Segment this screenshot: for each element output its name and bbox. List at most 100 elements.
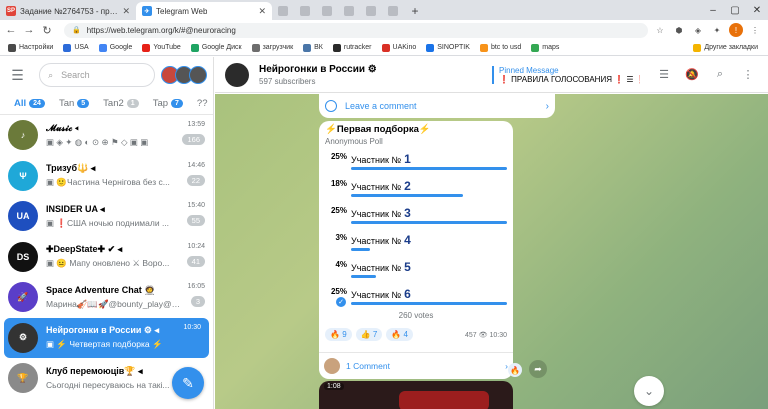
pinned-tab[interactable] [272, 2, 294, 20]
poll-option-bar [351, 167, 507, 170]
telegram-favicon-icon: ✈ [142, 6, 152, 16]
browser-tab-task[interactable]: SP Задание №2764753 - просмотр з ✕ [0, 2, 136, 20]
mute-bell-icon[interactable]: 🔕 [680, 68, 704, 81]
bookmark-favicon-icon [531, 43, 540, 52]
other-bookmarks[interactable]: Другие закладки [693, 43, 758, 52]
tab-label: Tan2 [103, 98, 124, 109]
reaction-thumbs-up[interactable]: 👍 7 [355, 328, 383, 341]
bookmark-label: USA [74, 44, 89, 51]
bookmark-item[interactable]: rutracker [332, 43, 372, 52]
chat-list-item[interactable]: UA INSIDER UA ◂ ▣ ❗️США ночью поднимали .… [0, 196, 213, 237]
avatar: ♪ [8, 120, 38, 151]
commenter-avatar [324, 357, 340, 374]
tab-tap[interactable]: Tap 7 [153, 98, 183, 109]
more-icon[interactable]: ⋮ [736, 68, 760, 81]
back-icon[interactable]: ← [4, 24, 18, 36]
channel-title: Нейрогонки в России ⚙ [259, 63, 377, 75]
tab-more[interactable]: ?? [197, 98, 208, 109]
reaction-emoji: 👍 [360, 330, 371, 339]
close-icon[interactable]: ✕ [258, 6, 266, 17]
bookmark-item[interactable]: YouTube [142, 43, 181, 52]
pinned-message[interactable]: Pinned Message ❗ ПРАВИЛА ГОЛОСОВАНИЯ ❗ ☰… [492, 65, 640, 84]
pinned-tab[interactable] [382, 2, 404, 20]
scroll-down-button[interactable]: ⌄ [634, 376, 664, 406]
reaction-fire[interactable]: 🔥 9 [325, 328, 352, 341]
url-field[interactable]: 🔒 https://web.telegram.org/k/#@neuroraci… [64, 22, 648, 38]
bookmark-item[interactable]: maps [531, 43, 559, 52]
chat-list-item[interactable]: DS ✚DeepState✚ ✔ ◂ ▣ 😐 Мапу оновлено ⚔ Во… [0, 237, 213, 278]
poll-option[interactable]: 18% Участник № 2 [325, 173, 507, 200]
profile-icon[interactable]: ! [729, 23, 743, 37]
extension-icon[interactable]: ✦ [710, 23, 724, 37]
poll-option[interactable]: 25% Участник № 3 [325, 200, 507, 227]
video-message[interactable]: 1:08 [319, 381, 513, 409]
lock-icon: 🔒 [72, 27, 81, 34]
sidebar-top: ☰ ⌕ Search [0, 57, 213, 93]
close-icon[interactable]: ✕ [122, 6, 130, 17]
extension-icon[interactable]: ◈ [691, 23, 705, 37]
poll-votes[interactable]: 260 votes [325, 311, 507, 320]
tab-tan[interactable]: Tan 5 [59, 98, 90, 109]
bookmark-star-icon[interactable]: ☆ [653, 23, 667, 37]
pinned-tab[interactable] [360, 2, 382, 20]
pinned-tab[interactable] [294, 2, 316, 20]
tab-tan2[interactable]: Tan2 1 [103, 98, 139, 109]
bookmark-label: Google Диск [201, 44, 242, 51]
address-bar-row: ← → ↻ 🔒 https://web.telegram.org/k/#@neu… [0, 20, 768, 40]
new-message-button[interactable]: ✎ [172, 367, 204, 399]
pinned-tab[interactable] [338, 2, 360, 20]
story-avatar[interactable] [189, 66, 207, 84]
channel-avatar[interactable] [225, 62, 249, 87]
chat-time: 16:05 [187, 283, 205, 290]
maximize-icon[interactable]: ▢ [724, 5, 746, 16]
poll-option-bar [351, 275, 376, 278]
bookmark-favicon-icon [98, 43, 107, 52]
chat-list-item[interactable]: ♪ 𝓜𝓾𝓼𝓲𝓬 ◂ ▣ ◈ ✦ ◍ ◐ ⊙ ⊕ ⚑ ◇ ▣ ▣ 13:59 166 [0, 115, 213, 156]
bookmark-item[interactable]: SINOPTIK [426, 43, 470, 52]
tab-title: Задание №2764753 - просмотр з [20, 6, 120, 16]
poll-option[interactable]: 4% Участник № 5 [325, 254, 507, 281]
reaction-fire[interactable]: 🔥 4 [386, 328, 413, 341]
avatar: Ψ [8, 160, 38, 191]
browser-tab-telegram[interactable]: ✈ Telegram Web ✕ [136, 2, 272, 20]
chat-preview: Марина🎻📖🚀@bounty_play@m... [46, 298, 181, 309]
hamburger-menu-icon[interactable]: ☰ [6, 67, 29, 84]
chat-list-item-selected[interactable]: ⚙ Нейрогонки в России ⚙ ◂ ▣ ⚡ Четвертая п… [4, 317, 209, 358]
bookmark-item[interactable]: USA [63, 43, 89, 52]
share-icon[interactable]: ➦ [529, 360, 547, 378]
poll-option-percent: 3% [335, 233, 347, 242]
pinned-tab[interactable] [316, 2, 338, 20]
unread-badge: 55 [186, 215, 205, 226]
bookmark-item[interactable]: ВК [303, 43, 323, 52]
close-window-icon[interactable]: ✕ [746, 5, 768, 16]
poll-option[interactable]: 25% Участник № 6 ✓ [325, 281, 507, 308]
chat-list-item[interactable]: 🚀 Space Adventure Chat 🧑‍🚀 Марина🎻📖🚀@boun… [0, 277, 213, 318]
more-icon[interactable]: ⋮ [748, 23, 762, 37]
tab-all[interactable]: All 24 [14, 98, 45, 109]
search-input[interactable]: ⌕ Search [39, 63, 155, 87]
chat-header[interactable]: Нейрогонки в России ⚙ 597 subscribers Pi… [215, 57, 768, 93]
quick-reaction-icon[interactable]: 🔥 [508, 363, 522, 377]
poll-option-text: Участник № 3 [351, 206, 411, 220]
comments-link[interactable]: 1 Comment › [319, 352, 513, 378]
stories-avatars[interactable] [161, 66, 207, 84]
bookmark-item[interactable]: Google [98, 43, 132, 52]
poll-option[interactable]: 25% Участник № 1 [325, 146, 507, 173]
leave-comment-bar[interactable]: Leave a comment › [319, 94, 555, 118]
bookmark-item[interactable]: UAKino [381, 43, 416, 52]
new-tab-button[interactable]: + [404, 2, 426, 20]
video-preview [399, 391, 489, 409]
tab-label: ?? [196, 98, 208, 109]
search-icon[interactable]: ⌕ [708, 68, 732, 81]
extension-icon[interactable]: ⬢ [672, 23, 686, 37]
minimize-icon[interactable]: – [702, 5, 724, 16]
forward-icon[interactable]: → [22, 24, 36, 36]
bookmark-item[interactable]: Google Диск [190, 43, 242, 52]
bookmark-item[interactable]: Настройки [8, 43, 53, 52]
bookmark-item[interactable]: btc to usd [479, 43, 521, 52]
bookmark-item[interactable]: загрузчик [251, 43, 293, 52]
chat-list-item[interactable]: Ψ Тризуб🔱 ◂ ▣ 🙂Частина Чернігова без с...… [0, 156, 213, 197]
poll-option[interactable]: 3% Участник № 4 [325, 227, 507, 254]
pin-list-icon[interactable]: ☰ [652, 68, 676, 81]
reload-icon[interactable]: ↻ [40, 24, 54, 37]
